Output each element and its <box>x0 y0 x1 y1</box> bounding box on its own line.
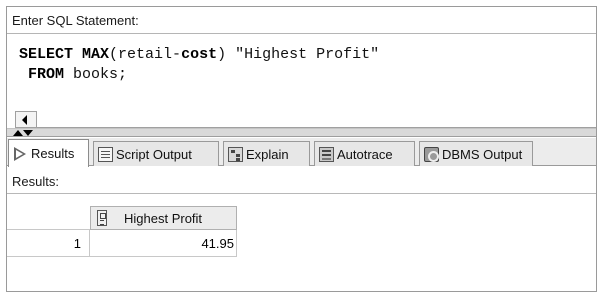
tab-label: Autotrace <box>337 146 393 162</box>
sql-text: books; <box>64 66 128 83</box>
arrow-down-icon[interactable] <box>23 130 33 136</box>
sql-editor[interactable]: SELECT MAX(retail-cost) "Highest Profit"… <box>19 45 596 103</box>
dbms-output-icon <box>424 146 439 162</box>
sql-text: (retail- <box>109 46 182 63</box>
arrow-up-icon[interactable] <box>13 130 23 136</box>
arrow-left-icon <box>22 115 27 125</box>
explain-icon <box>228 146 243 162</box>
sort-az-icon <box>97 210 107 226</box>
sql-text: ) "Highest Profit" <box>217 46 380 63</box>
script-icon <box>98 146 113 162</box>
tab-script-output[interactable]: Script Output <box>93 141 219 166</box>
sql-line-1: SELECT MAX(retail-cost) "Highest Profit" <box>19 45 596 65</box>
pane-splitter[interactable] <box>7 128 596 137</box>
sql-keyword: MAX <box>82 46 110 63</box>
output-tab-bar: Results Script Output Explain Autotrace … <box>7 138 596 167</box>
tab-label: DBMS Output <box>442 146 523 162</box>
sql-worksheet: Enter SQL Statement: SELECT MAX(retail-c… <box>6 6 597 292</box>
row-number[interactable]: 1 <box>7 230 90 257</box>
tab-results[interactable]: Results <box>8 139 89 167</box>
tab-autotrace[interactable]: Autotrace <box>314 141 415 166</box>
tab-dbms-output[interactable]: DBMS Output <box>419 141 533 166</box>
tab-label: Results <box>31 146 75 161</box>
row-number-header <box>7 206 90 230</box>
results-label: Results: <box>12 174 59 189</box>
sql-keyword: FROM <box>28 66 65 83</box>
editor-scroll-left-button[interactable] <box>15 111 37 127</box>
tab-label: Script Output <box>116 146 192 162</box>
tab-explain[interactable]: Explain <box>223 141 310 166</box>
divider <box>7 193 596 194</box>
play-icon <box>13 146 28 161</box>
sql-statement-label: Enter SQL Statement: <box>12 13 139 28</box>
sql-keyword: SELECT <box>19 46 74 63</box>
column-header-highest-profit[interactable]: Highest Profit <box>90 206 237 230</box>
sql-keyword: cost <box>181 46 218 63</box>
sql-line-2: FROM books; <box>19 65 596 85</box>
table-cell[interactable]: 41.95 <box>90 230 237 257</box>
autotrace-icon <box>319 146 334 162</box>
column-header-label: Highest Profit <box>124 210 203 226</box>
tab-label: Explain <box>246 146 289 162</box>
divider <box>7 33 596 34</box>
